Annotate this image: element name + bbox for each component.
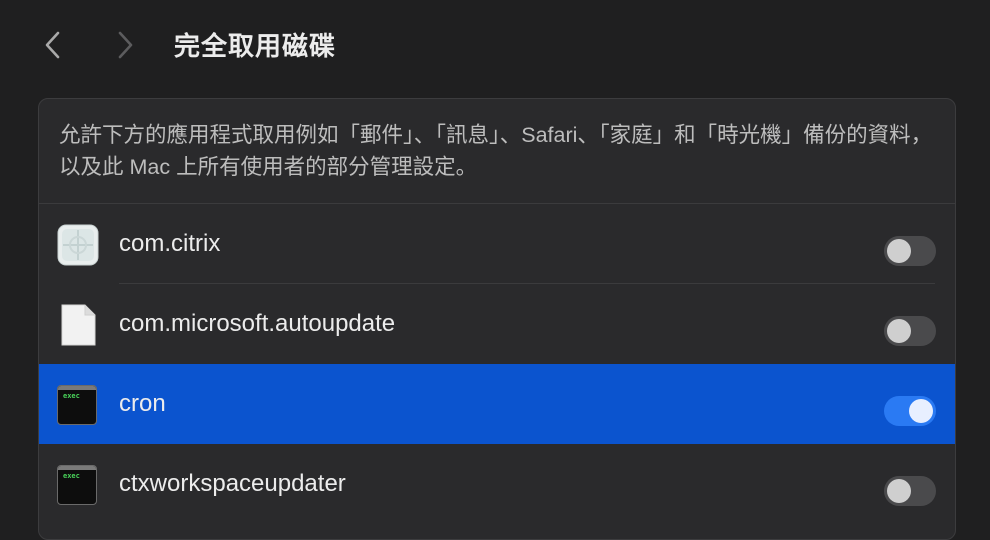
app-name: com.microsoft.autoupdate — [119, 310, 396, 337]
app-name: ctxworkspaceupdater — [119, 470, 346, 497]
terminal-exec-icon: exec — [57, 384, 99, 426]
list-item-cron[interactable]: exec cron — [39, 364, 955, 444]
access-toggle[interactable] — [884, 396, 936, 426]
page-title: 完全取用磁碟 — [174, 31, 337, 61]
icon-text: exec — [63, 472, 80, 480]
toggle-knob — [887, 239, 911, 263]
access-toggle[interactable] — [884, 236, 936, 266]
chevron-right-icon — [118, 31, 133, 59]
citrix-app-icon — [57, 224, 99, 266]
toggle-knob — [887, 479, 911, 503]
toggle-knob — [909, 399, 933, 423]
chevron-left-icon — [45, 31, 60, 59]
icon-text: exec — [63, 392, 80, 400]
list-item-com-citrix[interactable]: com.citrix — [39, 204, 955, 284]
toggle-knob — [887, 319, 911, 343]
app-list-panel: 允許下方的應用程式取用例如「郵件」、「訊息」、Safari、「家庭」和「時光機」… — [38, 98, 956, 540]
access-toggle[interactable] — [884, 316, 936, 346]
terminal-exec-icon: exec — [57, 464, 99, 506]
toolbar: 完全取用磁碟 — [0, 0, 990, 90]
document-icon — [57, 304, 99, 346]
app-name: cron — [119, 390, 166, 417]
forward-button[interactable] — [110, 28, 140, 62]
app-name: com.citrix — [119, 230, 221, 257]
list-item-ctxworkspaceupdater[interactable]: exec ctxworkspaceupdater — [39, 444, 955, 524]
list-item-com-microsoft-autoupdate[interactable]: com.microsoft.autoupdate — [39, 284, 955, 364]
access-toggle[interactable] — [884, 476, 936, 506]
back-button[interactable] — [38, 28, 68, 62]
panel-description: 允許下方的應用程式取用例如「郵件」、「訊息」、Safari、「家庭」和「時光機」… — [59, 123, 933, 179]
